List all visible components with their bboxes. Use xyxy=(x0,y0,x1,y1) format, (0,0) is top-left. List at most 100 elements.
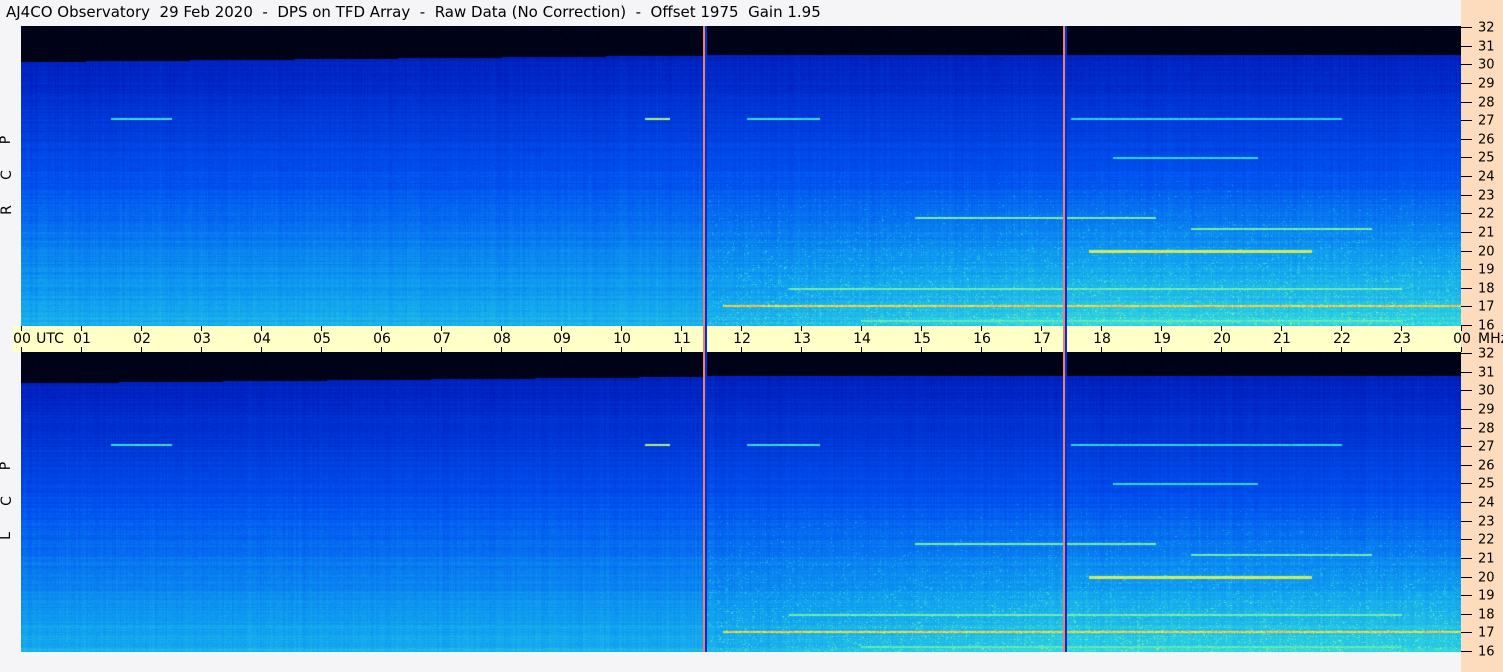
y-tick-mark xyxy=(1461,390,1472,391)
y-tick-mark xyxy=(1461,483,1472,484)
x-tick-mark xyxy=(381,347,382,352)
y-tick-mark xyxy=(1461,288,1472,289)
x-tick-label: 09 xyxy=(553,331,571,347)
x-tick-label: 00 xyxy=(13,331,31,347)
y-tick-label: 27 xyxy=(1478,113,1495,129)
polarization-letter: C xyxy=(0,496,15,506)
y-tick-label: 23 xyxy=(1478,188,1495,204)
x-tick-mark xyxy=(561,347,562,352)
y-tick-label: 18 xyxy=(1478,607,1495,623)
x-tick-mark xyxy=(261,347,262,352)
y-tick-label: 31 xyxy=(1478,365,1495,381)
y-tick-mark xyxy=(1461,558,1472,559)
y-tick-mark xyxy=(1461,139,1472,140)
y-tick-mark xyxy=(1461,195,1472,196)
y-tick-label: 26 xyxy=(1478,132,1495,148)
y-tick-label: 24 xyxy=(1478,495,1495,511)
y-tick-mark xyxy=(1461,157,1472,158)
x-tick-label: 23 xyxy=(1393,331,1411,347)
y-tick-mark xyxy=(1461,251,1472,252)
y-tick-mark xyxy=(1461,651,1472,652)
x-tick-label: 06 xyxy=(373,331,391,347)
x-tick-label: 03 xyxy=(193,331,211,347)
y-tick-mark xyxy=(1461,102,1472,103)
x-tick-label: 13 xyxy=(793,331,811,347)
x-tick-mark xyxy=(1161,347,1162,352)
y-tick-mark xyxy=(1461,428,1472,429)
y-tick-label: 16 xyxy=(1478,644,1495,660)
x-tick-mark xyxy=(201,347,202,352)
y-tick-mark xyxy=(1461,446,1472,447)
x-tick-mark xyxy=(441,347,442,352)
x-tick-mark xyxy=(1041,347,1042,352)
y-tick-mark xyxy=(1461,325,1472,326)
y-tick-mark xyxy=(1461,46,1472,47)
y-tick-label: 30 xyxy=(1478,383,1495,399)
x-tick-label: 19 xyxy=(1153,331,1171,347)
polarization-letter: P xyxy=(0,136,14,144)
x-tick-mark xyxy=(21,347,22,352)
y-tick-mark xyxy=(1461,465,1472,466)
y-tick-label: 20 xyxy=(1478,244,1495,260)
x-tick-label: 22 xyxy=(1333,331,1351,347)
x-tick-label: 12 xyxy=(733,331,751,347)
y-tick-mark xyxy=(1461,372,1472,373)
y-tick-mark xyxy=(1461,409,1472,410)
y-tick-label: 26 xyxy=(1478,458,1495,474)
x-tick-label: 01 xyxy=(73,331,91,347)
y-tick-mark xyxy=(1461,269,1472,270)
x-tick-label: 18 xyxy=(1093,331,1111,347)
y-tick-label: 19 xyxy=(1478,588,1495,604)
x-tick-label: 20 xyxy=(1213,331,1231,347)
x-tick-mark xyxy=(1461,347,1462,352)
y-tick-mark xyxy=(1461,614,1472,615)
y-tick-label: 24 xyxy=(1478,169,1495,185)
x-tick-mark xyxy=(1221,347,1222,352)
x-tick-mark xyxy=(1281,347,1282,352)
y-tick-mark xyxy=(1461,232,1472,233)
time-marker-line xyxy=(703,26,707,652)
y-tick-label: 17 xyxy=(1478,625,1495,641)
x-tick-mark xyxy=(981,347,982,352)
y-tick-label: 27 xyxy=(1478,439,1495,455)
x-tick-mark xyxy=(321,347,322,352)
y-tick-label: 21 xyxy=(1478,225,1495,241)
x-tick-mark xyxy=(501,347,502,352)
x-axis-label: UTC xyxy=(36,331,64,347)
x-tick-mark xyxy=(861,347,862,352)
y-tick-label: 22 xyxy=(1478,206,1495,222)
x-tick-label: 17 xyxy=(1033,331,1051,347)
y-tick-label: 28 xyxy=(1478,95,1495,111)
x-tick-label: 14 xyxy=(853,331,871,347)
y-tick-mark xyxy=(1461,64,1472,65)
x-tick-mark xyxy=(1401,347,1402,352)
x-tick-mark xyxy=(681,347,682,352)
time-marker-line xyxy=(1063,26,1067,652)
x-tick-mark xyxy=(1101,347,1102,352)
x-tick-label: 02 xyxy=(133,331,151,347)
x-tick-label: 10 xyxy=(613,331,631,347)
y-tick-label: 18 xyxy=(1478,281,1495,297)
chart-title: AJ4CO Observatory 29 Feb 2020 - DPS on T… xyxy=(6,3,821,21)
y-tick-mark xyxy=(1461,595,1472,596)
x-tick-mark xyxy=(801,347,802,352)
y-tick-mark xyxy=(1461,577,1472,578)
x-tick-label: 00 xyxy=(1453,331,1471,347)
polarization-letter: C xyxy=(0,170,15,180)
x-tick-label: 07 xyxy=(433,331,451,347)
y-tick-label: 20 xyxy=(1478,570,1495,586)
y-tick-label: 28 xyxy=(1478,421,1495,437)
y-tick-mark xyxy=(1461,27,1472,28)
y-tick-label: 30 xyxy=(1478,57,1495,73)
y-tick-label: 17 xyxy=(1478,299,1495,315)
y-tick-label: 21 xyxy=(1478,551,1495,567)
x-tick-label: 15 xyxy=(913,331,931,347)
y-tick-mark xyxy=(1461,632,1472,633)
x-tick-mark xyxy=(1341,347,1342,352)
polarization-letter: P xyxy=(0,462,14,470)
y-tick-label: 29 xyxy=(1478,402,1495,418)
spectrogram-rcp xyxy=(21,26,1461,326)
x-tick-label: 05 xyxy=(313,331,331,347)
polarization-letter: R xyxy=(0,205,15,215)
y-tick-mark xyxy=(1461,120,1472,121)
